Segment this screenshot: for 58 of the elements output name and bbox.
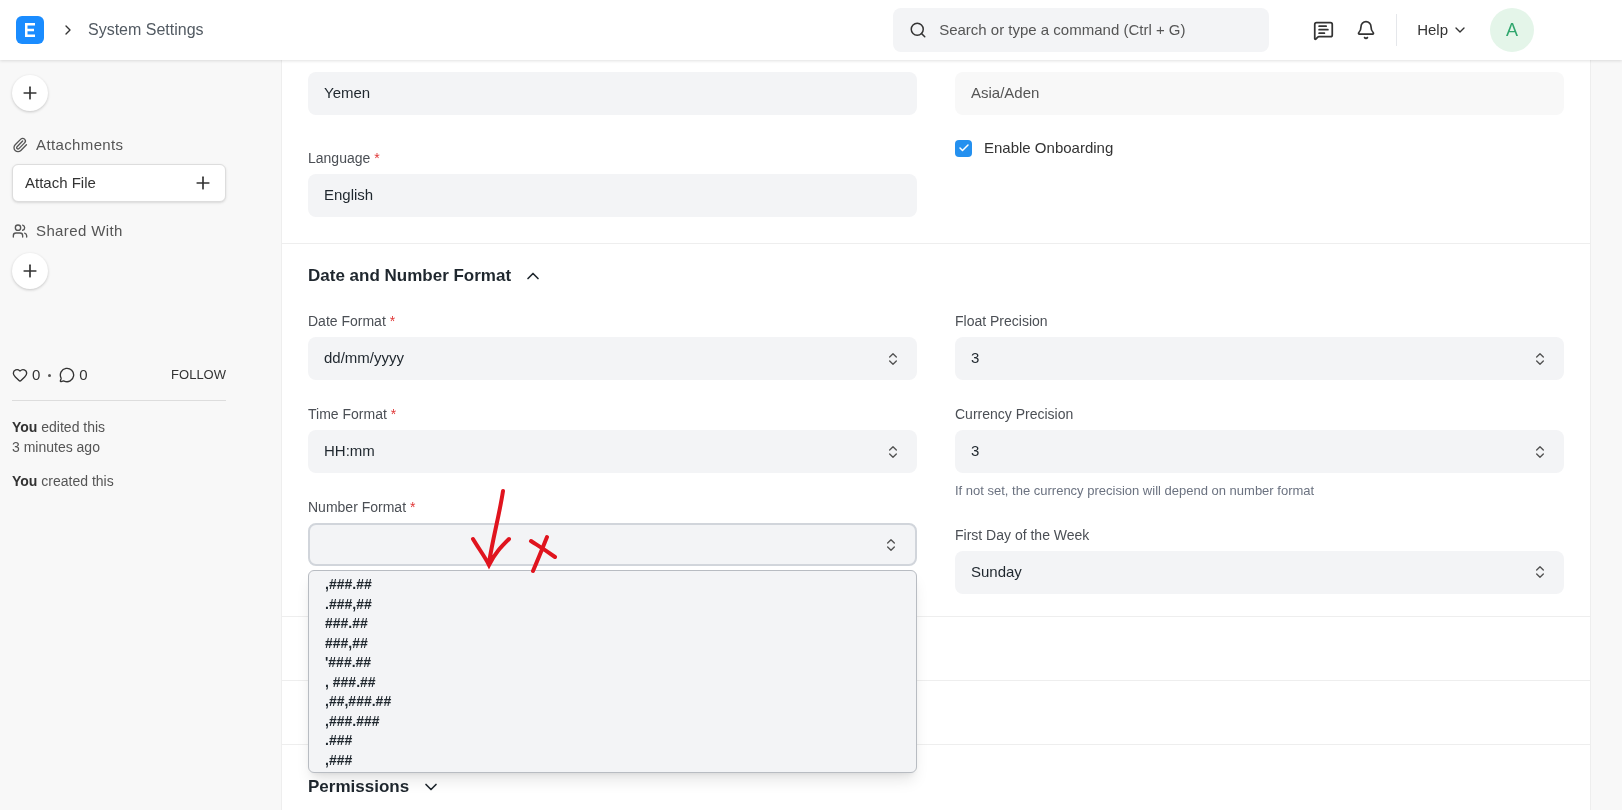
dropdown-option[interactable]: ,###.### — [325, 711, 900, 731]
select-field[interactable] — [308, 523, 917, 566]
dropdown-option[interactable]: '###.## — [325, 653, 900, 673]
section-label: Shared With — [36, 220, 123, 241]
comment-count: 0 — [79, 364, 88, 385]
dropdown-option[interactable]: ,##,###.## — [325, 692, 900, 712]
comment-icon[interactable] — [59, 367, 76, 383]
search-input[interactable]: Search or type a command (Ctrl + G) — [939, 18, 1254, 42]
select-field[interactable]: Sunday — [955, 550, 1564, 594]
paperclip-icon — [12, 137, 28, 153]
section-toggle[interactable]: Date and Number Format — [308, 264, 544, 288]
select-field[interactable]: 3 — [955, 430, 1564, 473]
attach-file-button[interactable]: Attach File — [12, 164, 226, 202]
like-count: 0 — [32, 364, 41, 385]
chat-icon[interactable] — [1313, 19, 1335, 41]
checkbox[interactable] — [955, 139, 972, 157]
activity-text: You created this — [12, 472, 115, 491]
field-label: Number Format — [308, 498, 407, 515]
dropdown-option[interactable]: .### — [325, 731, 900, 751]
dropdown-option[interactable]: , ###.## — [325, 672, 900, 692]
checkbox-label: Enable Onboarding — [984, 138, 1114, 158]
app-logo-icon[interactable] — [16, 16, 44, 44]
add-button[interactable] — [12, 75, 48, 111]
required-mark: * — [390, 405, 397, 422]
activity-time: 3 minutes ago — [12, 438, 101, 457]
text-field[interactable]: Yemen — [308, 72, 917, 115]
select-field[interactable]: HH:mm — [308, 430, 917, 473]
help-menu[interactable]: Help — [1417, 18, 1468, 42]
people-icon — [12, 223, 28, 239]
add-button[interactable] — [12, 253, 48, 289]
search-icon — [909, 21, 928, 39]
select-field[interactable]: 3 — [955, 337, 1564, 380]
required-mark: * — [389, 312, 396, 329]
dropdown-option[interactable]: ###.## — [325, 614, 900, 634]
section-toggle[interactable]: Permissions — [308, 774, 442, 799]
section-label: Attachments — [36, 134, 124, 155]
help-text: If not set, the currency precision will depend on number format — [955, 482, 1316, 500]
notification-icon[interactable] — [1356, 20, 1377, 40]
dropdown-option[interactable]: ,###.## — [325, 575, 900, 595]
dropdown-option[interactable]: .###,## — [325, 594, 900, 614]
required-mark: * — [410, 498, 416, 515]
heart-icon[interactable] — [12, 367, 28, 383]
activity-text: You edited this — [12, 418, 107, 437]
required-mark: * — [374, 149, 380, 166]
dropdown-option[interactable]: ,### — [325, 750, 900, 770]
search-field[interactable]: Search or type a command (Ctrl + G) — [893, 8, 1270, 52]
breadcrumb-link[interactable]: System Settings — [88, 18, 204, 42]
text-field[interactable]: English — [308, 174, 917, 217]
field-label: Date Format — [308, 312, 386, 329]
read-only-field: Asia/Aden — [955, 72, 1564, 115]
field-label: Float Precision — [955, 312, 1048, 329]
follow-link[interactable]: FOLLOW — [171, 365, 226, 385]
dropdown-option[interactable]: ###,## — [325, 633, 900, 653]
field-label: Time Format — [308, 405, 387, 422]
field-label: Currency Precision — [955, 405, 1074, 422]
field-label: First Day of the Week — [955, 525, 1090, 543]
select-field[interactable]: dd/mm/yyyy — [308, 337, 917, 380]
field-label: Language — [308, 149, 371, 166]
